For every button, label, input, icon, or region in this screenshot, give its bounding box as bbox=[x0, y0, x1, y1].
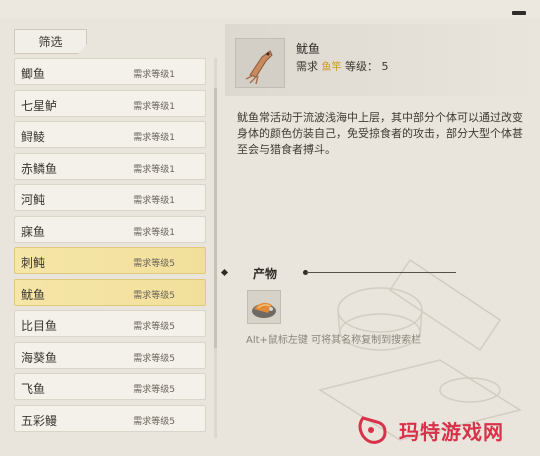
squid-item-icon bbox=[235, 38, 285, 88]
required-level: 5 bbox=[381, 60, 389, 73]
fish-list-item[interactable]: 赤鳞鱼 需求等级1 bbox=[14, 152, 206, 180]
fish-required-level: 需求等级5 bbox=[133, 353, 175, 364]
item-description: 鱿鱼常活动于流波浅海中上层，其中部分个体可以通过改变身体的颜色仿装自己，免受掠食… bbox=[237, 111, 523, 156]
fish-required-level: 需求等级5 bbox=[133, 416, 175, 427]
rod-tool-label: 鱼竿 bbox=[321, 62, 342, 73]
top-bar bbox=[0, 0, 540, 18]
fish-required-level: 需求等级1 bbox=[133, 101, 175, 112]
fish-list-item[interactable]: 刺鲀 需求等级5 bbox=[14, 247, 206, 274]
fish-list-item[interactable]: 七星鲈 需求等级1 bbox=[14, 89, 206, 117]
filter-label: 筛选 bbox=[38, 35, 63, 49]
fish-list-item[interactable]: 河鲀 需求等级1 bbox=[14, 184, 206, 211]
fish-list-item[interactable]: 飞鱼 需求等级5 bbox=[14, 373, 206, 400]
fish-list-item[interactable]: 五彩鳗 需求等级5 bbox=[14, 404, 206, 432]
filter-button[interactable]: 筛选 bbox=[14, 29, 87, 54]
watermark-logo-icon bbox=[358, 416, 387, 444]
scrollbar-thumb[interactable] bbox=[214, 88, 217, 348]
fish-name: 飞鱼 bbox=[21, 382, 46, 396]
fish-required-level: 需求等级5 bbox=[133, 322, 175, 332]
fish-name: 寐鱼 bbox=[21, 224, 46, 239]
fish-name: 鱿鱼 bbox=[21, 287, 46, 302]
products-title: 产物 bbox=[253, 267, 278, 281]
copy-hint: Alt+鼠标左键 可将其名称复制到搜索栏 bbox=[246, 335, 422, 346]
fish-required-level: 需求等级1 bbox=[133, 196, 175, 206]
fish-name: 七星鲈 bbox=[21, 98, 58, 113]
fish-required-level: 需求等级5 bbox=[133, 385, 175, 395]
fish-name: 比目鱼 bbox=[21, 319, 58, 333]
fish-list-item[interactable]: 比目鱼 需求等级5 bbox=[14, 310, 206, 337]
fish-name: 鲟鲮 bbox=[21, 130, 46, 144]
fish-list: 鲫鱼 需求等级1 七星鲈 需求等级1 鲟鲮 需求等级1 赤鳞鱼 需求等级1 河鲀 需求等级1 寐鱼需… bbox=[14, 58, 208, 438]
fish-name: 鲫鱼 bbox=[21, 67, 46, 81]
fish-required-level: 需求等级5 bbox=[133, 259, 175, 269]
fish-name: 五彩鳗 bbox=[21, 413, 58, 428]
products-divider bbox=[306, 272, 456, 273]
fish-list-item[interactable]: 寐鱼 需求等级1 bbox=[14, 215, 206, 243]
fish-list-item[interactable]: 鱿鱼 需求等级5 bbox=[14, 278, 206, 306]
requirement-line: 需求 鱼竿 等级： 5 bbox=[296, 60, 389, 73]
product-item-icon[interactable] bbox=[247, 290, 281, 324]
fish-required-level: 需求等级5 bbox=[133, 290, 175, 301]
products-diamond bbox=[220, 268, 229, 277]
watermark: 玛特游戏网 bbox=[355, 412, 504, 448]
watermark-text: 玛特游戏网 bbox=[399, 419, 504, 444]
fish-required-level: 需求等级1 bbox=[133, 70, 175, 80]
fish-required-level: 需求等级1 bbox=[133, 164, 175, 175]
fish-required-level: 需求等级1 bbox=[133, 133, 175, 143]
top-indicator bbox=[512, 11, 526, 15]
fish-name: 赤鳞鱼 bbox=[21, 161, 58, 176]
fish-required-level: 需求等级1 bbox=[133, 227, 175, 238]
fish-list-item[interactable]: 海葵鱼 需求等级5 bbox=[14, 341, 206, 369]
fish-list-item[interactable]: 鲟鲮 需求等级1 bbox=[14, 121, 206, 148]
item-name: 鱿鱼 bbox=[296, 42, 321, 56]
fish-name: 刺鲀 bbox=[21, 256, 46, 270]
fish-list-item[interactable]: 鲫鱼 需求等级1 bbox=[14, 58, 206, 85]
fish-name: 河鲀 bbox=[21, 193, 46, 207]
list-scrollbar[interactable] bbox=[214, 58, 217, 438]
fish-name: 海葵鱼 bbox=[21, 350, 58, 365]
